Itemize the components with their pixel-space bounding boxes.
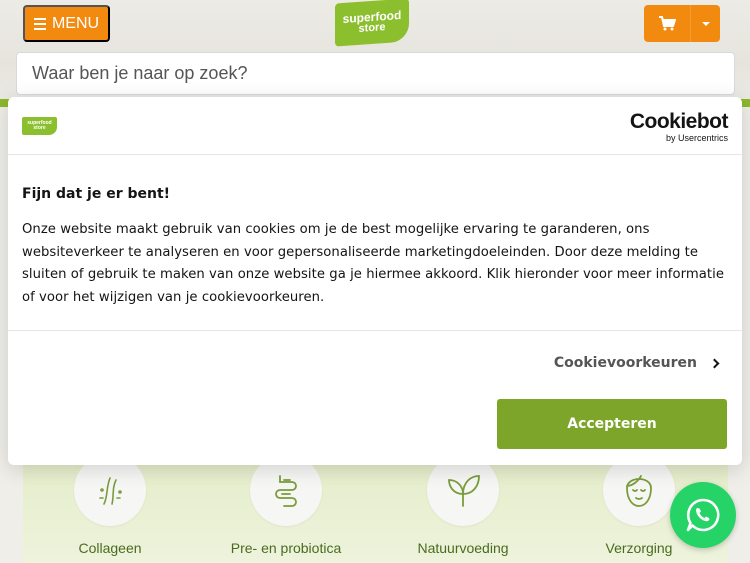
dialog-text: Onze website maakt gebruik van cookies o… — [22, 222, 724, 305]
dialog-site-logo: superfood store — [22, 117, 57, 135]
menu-label: MENU — [51, 14, 100, 32]
category-label: Natuurvoeding — [417, 540, 509, 556]
category-natuurvoeding[interactable]: Natuurvoeding — [393, 454, 533, 556]
whatsapp-icon — [686, 498, 720, 532]
category-collageen[interactable]: Collageen — [40, 454, 180, 556]
search-input[interactable] — [16, 52, 735, 95]
dialog-body: Fijn dat je er bent! Onze website maakt … — [8, 155, 742, 331]
dialog-title: Fijn dat je er bent! — [22, 186, 171, 202]
accept-button[interactable]: Accepteren — [497, 399, 727, 449]
caret-down-icon — [701, 21, 710, 26]
menu-button[interactable]: MENU — [23, 5, 110, 42]
preferences-label: Cookievoorkeuren — [553, 355, 697, 371]
category-label: Collageen — [78, 540, 142, 556]
category-pre-probiotica[interactable]: Pre- en probiotica — [216, 454, 356, 556]
cart-icon[interactable] — [644, 5, 690, 42]
whatsapp-button[interactable] — [670, 482, 736, 548]
cookiebot-logo: Cookiebot by Usercentrics — [629, 110, 729, 143]
hamburger-icon — [33, 17, 46, 30]
cart-button[interactable] — [644, 5, 720, 42]
cart-dropdown-toggle[interactable] — [690, 5, 720, 42]
dialog-header: superfood store Cookiebot by Usercentric… — [8, 97, 742, 155]
category-label: Pre- en probiotica — [230, 540, 342, 556]
cookie-consent-dialog: superfood store Cookiebot by Usercentric… — [8, 97, 742, 465]
site-logo[interactable]: superfood store — [335, 0, 409, 47]
chevron-right-icon — [709, 358, 720, 368]
cookie-preferences-link[interactable]: Cookievoorkeuren — [553, 355, 720, 371]
